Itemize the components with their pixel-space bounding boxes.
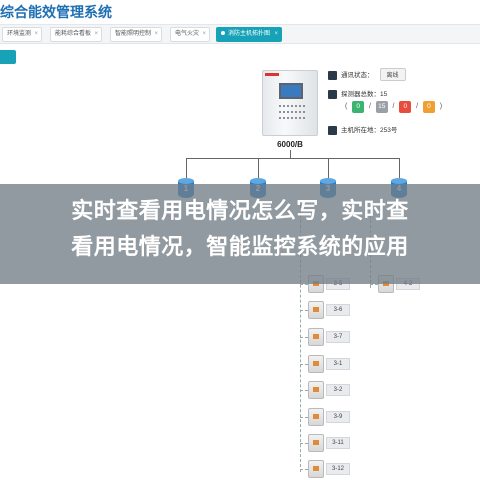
app-header: 综合能效管理系统 [0,0,480,22]
device-buttons [279,111,305,114]
comm-status-badge: 离线 [379,68,406,81]
tree-bus [186,158,400,159]
active-dot-icon [221,31,225,36]
brand-logo [265,73,279,76]
detector-node-label: 3-12 [326,463,350,475]
close-icon[interactable]: × [154,28,158,41]
device-buttons [279,105,305,108]
device-screen [279,83,303,99]
tab-bar: 环境监测 × 能耗综合看板 × 智能照明控制 × 电气火灾 × 消防主机拓扑图 … [0,24,480,44]
tab-label: 消防主机拓扑图 [228,31,271,37]
detector-node-label: 3-2 [326,384,350,396]
detector-chip-icon [308,460,324,478]
tab-energy-dashboard[interactable]: 能耗综合看板 × [50,27,102,42]
node-connector [370,284,378,285]
close-icon[interactable]: × [202,28,206,41]
location-icon [328,125,337,135]
tab-fire-host-topology[interactable]: 消防主机拓扑图 × [216,27,282,42]
banner-headline: 实时查看用电情况怎么写，实时查 看用电情况，智能监控系统的应用 [0,194,480,266]
close-icon[interactable]: × [94,28,98,41]
detector-node-label: 3-7 [326,331,350,343]
side-panel-toggle-button[interactable] [0,50,16,64]
node-connector [300,469,308,470]
detector-icon [328,89,337,99]
tree-branch [258,158,259,178]
detector-node-label: 3-1 [326,358,350,370]
count-normal-badge: 0 [352,101,365,113]
count-fault-badge: 0 [422,101,435,113]
paren-close: ) [439,103,443,110]
node-connector [300,310,308,311]
host-address-label: 主机所在地：253号 [341,127,398,134]
detector-total-label: 探测器总数：15 [341,91,388,98]
tab-electrical-fire[interactable]: 电气火灾 × [170,27,210,42]
node-connector [300,364,308,365]
overlay-banner: 实时查看用电情况怎么写，实时查 看用电情况，智能监控系统的应用 [0,184,480,284]
device-model-label: 6000/B [277,140,303,149]
node-connector [300,337,308,338]
close-icon[interactable]: × [274,28,278,41]
comm-status-icon [328,70,337,80]
node-connector [300,417,308,418]
detector-chip-icon [308,381,324,399]
tree-trunk [290,150,291,158]
tab-label: 能耗综合看板 [55,31,92,37]
detector-total-row: 探测器总数：15 [328,88,387,102]
detector-counts-row: ( 0 / 15 / 0 / 0 ) [342,101,445,115]
separator: / [416,103,419,110]
detector-chip-icon [308,434,324,452]
paren-open: ( [345,103,348,110]
node-connector [300,284,308,285]
count-alarm-badge: 0 [399,101,412,113]
close-icon[interactable]: × [34,28,38,41]
detector-node-label: 3-11 [326,437,350,449]
tab-label: 环境监测 [7,31,32,37]
comm-status-row: 通讯状态： 离线 [328,68,406,82]
tab-lighting-control[interactable]: 智能照明控制 × [110,27,162,42]
banner-line-1: 实时查看用电情况怎么写，实时查 [71,199,409,224]
banner-line-2: 看用电情况，智能监控系统的应用 [71,235,409,260]
device-buttons [279,117,305,120]
comm-status-label: 通讯状态： [341,72,374,79]
node-connector [300,443,308,444]
tree-branch [399,158,400,178]
app-title: 综合能效管理系统 [0,5,112,21]
detector-chip-icon [308,328,324,346]
detector-chip-icon [308,408,324,426]
count-offline-badge: 15 [375,101,388,113]
tab-label: 智能照明控制 [115,31,152,37]
fire-host-device-image[interactable] [262,70,318,136]
separator: / [392,103,395,110]
tab-environment[interactable]: 环境监测 × [2,27,42,42]
host-address-row: 主机所在地：253号 [328,124,397,138]
detector-chip-icon [308,301,324,319]
detector-node-label: 3-6 [326,304,350,316]
tab-label: 电气火灾 [175,31,200,37]
separator: / [368,103,371,110]
tree-branch [328,158,329,178]
tree-branch [186,158,187,178]
node-connector [300,390,308,391]
detector-chip-icon [308,355,324,373]
detector-node-label: 3-9 [326,411,350,423]
